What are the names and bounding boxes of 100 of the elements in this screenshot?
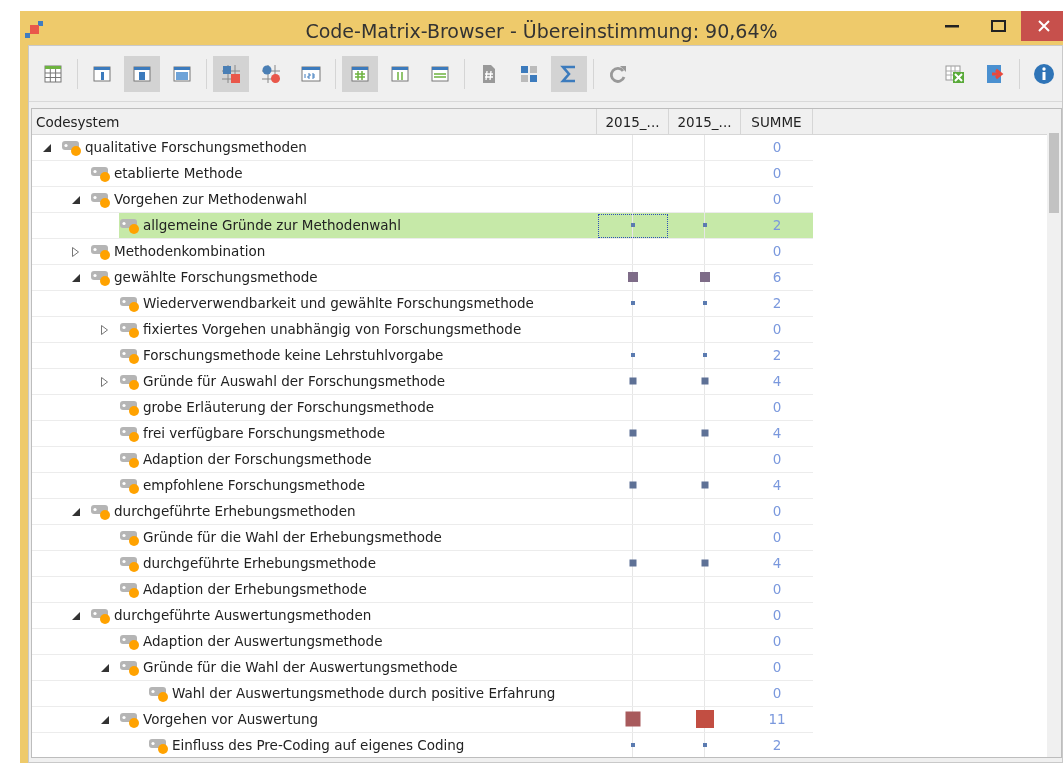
code-label[interactable]: Wiederverwendbarkeit und gewählte Forschungsmethode	[141, 293, 536, 314]
sum-button[interactable]	[551, 55, 587, 92]
code-tag-icon	[119, 373, 141, 392]
code-tag-icon	[90, 503, 112, 522]
code-tag-icon	[119, 451, 141, 470]
sum-value: 0	[772, 164, 782, 184]
code-tag-icon	[90, 269, 112, 288]
expanded-arrow-icon[interactable]	[71, 612, 80, 620]
code-tag-icon	[119, 217, 141, 236]
code-label[interactable]: Vorgehen vor Auswertung	[141, 709, 321, 730]
squares-icon	[220, 62, 242, 85]
code-label[interactable]: Einfluss des Pre-Coding auf eigenes Coding	[170, 735, 467, 756]
sum-value: 0	[772, 320, 782, 340]
code-tag-icon	[148, 685, 170, 704]
code-label[interactable]: durchgeführte Auswertungsmethoden	[112, 605, 374, 626]
code-tag-icon	[119, 633, 141, 652]
collapsed-arrow-icon[interactable]	[72, 247, 79, 257]
code-label[interactable]: Gründe für die Wahl der Auswertungsmethode	[141, 657, 460, 678]
sum-value: 4	[772, 424, 782, 444]
code-tag-icon	[119, 659, 141, 678]
code-tag-icon	[119, 477, 141, 496]
squares-button[interactable]	[213, 55, 249, 92]
sum-value: 4	[772, 554, 782, 574]
expanded-arrow-icon[interactable]	[71, 508, 80, 516]
close-icon	[1038, 20, 1050, 32]
sum-value: 0	[772, 528, 782, 548]
sum-value: 4	[772, 372, 782, 392]
exit-icon	[984, 62, 1006, 85]
selected-row-highlight[interactable]: allgemeine Gründe zur Methodenwahl	[119, 213, 597, 238]
column-header[interactable]: SUMME	[741, 109, 813, 136]
column-header[interactable]: Codesystem	[32, 109, 597, 136]
code-label[interactable]: durchgeführte Erhebungsmethode	[141, 553, 378, 574]
code-tag-icon	[90, 191, 112, 210]
code-label[interactable]: qualitative Forschungsmethoden	[83, 137, 309, 158]
sum-value: 0	[772, 398, 782, 418]
code-label[interactable]: Forschungsmethode keine Lehrstuhlvorgabe	[141, 345, 446, 366]
column-header[interactable]: 2015_...	[597, 109, 669, 136]
collapsed-arrow-icon[interactable]	[101, 377, 108, 387]
sum-value: 11	[768, 710, 786, 730]
code-label[interactable]: Gründe für Auswahl der Forschungsmethode	[141, 371, 448, 392]
grid-button[interactable]	[342, 55, 378, 92]
collapsed-arrow-icon[interactable]	[72, 244, 79, 259]
code-tag-icon	[90, 165, 112, 184]
code-tag-icon	[119, 347, 141, 366]
code-label[interactable]: fixiertes Vorgehen unabhängig von Forschungsmethode	[141, 319, 524, 340]
sum-value: 0	[772, 632, 782, 652]
code-label[interactable]: Adaption der Forschungsmethode	[141, 449, 374, 470]
code-tag-icon	[90, 243, 112, 262]
sum-value: 0	[772, 190, 782, 210]
table-icon	[42, 62, 64, 85]
collapsed-arrow-icon[interactable]	[101, 325, 108, 335]
sum-value: 0	[772, 450, 782, 470]
sum-value: 0	[772, 138, 782, 158]
info-icon	[1033, 62, 1055, 85]
expanded-arrow-icon[interactable]	[71, 274, 80, 282]
expanded-arrow-icon[interactable]	[100, 664, 109, 672]
code-tag-icon	[119, 295, 141, 314]
code-label[interactable]: Gründe für die Wahl der Erhebungsmethode	[141, 527, 444, 548]
code-tag-icon	[119, 321, 141, 340]
column-button[interactable]	[124, 55, 160, 92]
sum-value: 2	[772, 346, 782, 366]
sum-value: 2	[772, 294, 782, 314]
code-tag-icon	[119, 711, 141, 730]
code-label[interactable]: gewählte Forschungsmethode	[112, 267, 320, 288]
code-label[interactable]: grobe Erläuterung der Forschungsmethode	[141, 397, 436, 418]
code-label[interactable]: Adaption der Auswertungsmethode	[141, 631, 385, 652]
expanded-arrow-icon[interactable]	[100, 716, 109, 724]
expanded-arrow-icon[interactable]	[71, 196, 80, 204]
code-tag-icon	[119, 581, 141, 600]
code-label[interactable]: Adaption der Erhebungsmethode	[141, 579, 369, 600]
code-label[interactable]: empfohlene Forschungsmethode	[141, 475, 368, 496]
code-tag-icon	[119, 425, 141, 444]
code-tag-icon	[119, 399, 141, 418]
sum-value: 2	[772, 736, 782, 756]
maximize-icon	[990, 20, 1006, 32]
sum-value: 0	[772, 502, 782, 522]
sum-value: 2	[772, 216, 782, 236]
sum-value: 6	[772, 268, 782, 288]
collapsed-arrow-icon[interactable]	[101, 374, 108, 389]
code-tag-icon	[119, 529, 141, 548]
minimize-icon	[945, 24, 959, 28]
code-label[interactable]: frei verfügbare Forschungsmethode	[141, 423, 388, 444]
circles-icon	[260, 62, 282, 85]
code-tag-icon	[90, 607, 112, 626]
column-header[interactable]: 2015_...	[669, 109, 741, 136]
sum-value: 0	[772, 684, 782, 704]
code-label[interactable]: Methodenkombination	[112, 241, 268, 262]
code-tag-icon	[61, 139, 83, 158]
sum-value: 0	[772, 580, 782, 600]
code-label[interactable]: allgemeine Gründe zur Methodenwahl	[141, 215, 403, 236]
collapsed-arrow-icon[interactable]	[101, 322, 108, 337]
close-button[interactable]	[1021, 11, 1063, 41]
code-label[interactable]: Vorgehen zur Methodenwahl	[112, 189, 309, 210]
code-label[interactable]: Wahl der Auswertungsmethode durch positive Erfahrung	[170, 683, 558, 704]
code-label[interactable]: etablierte Methode	[112, 163, 245, 184]
expanded-arrow-icon[interactable]	[42, 144, 51, 152]
sum-value: 0	[772, 242, 782, 262]
code-tag-icon	[119, 555, 141, 574]
code-label[interactable]: durchgeführte Erhebungsmethoden	[112, 501, 358, 522]
app-logo-icon	[24, 21, 44, 39]
